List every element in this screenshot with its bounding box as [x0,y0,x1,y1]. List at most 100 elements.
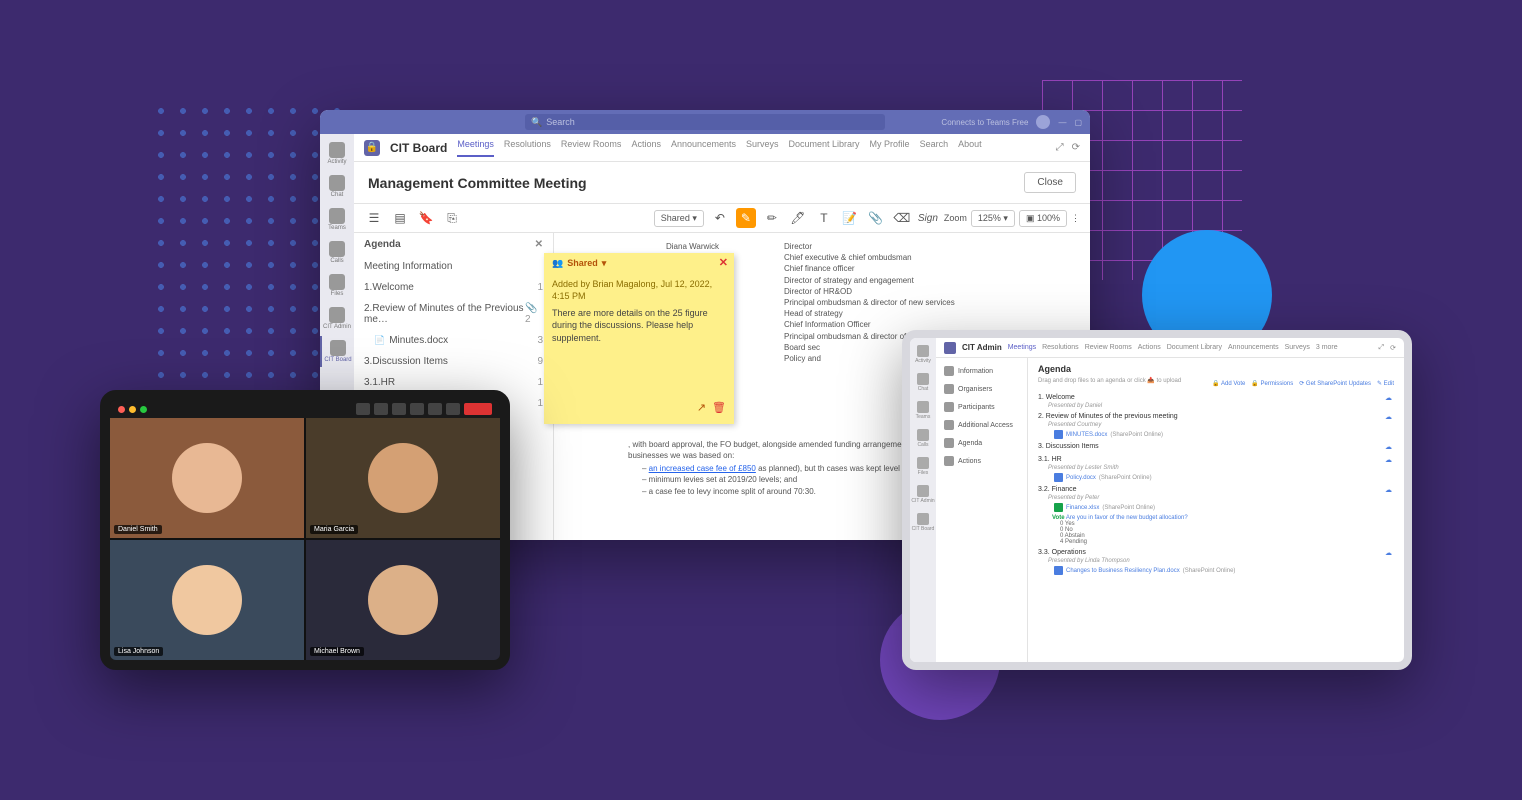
refresh-icon[interactable]: ⟳ [1390,344,1396,352]
avatar[interactable] [1036,115,1050,129]
rail-item-cit-admin[interactable]: CIT Admin [910,482,936,507]
refresh-icon[interactable]: ⟳ [1072,142,1080,153]
cloud-icon[interactable]: ☁ [1385,394,1394,403]
tab-announcements[interactable]: Announcements [671,139,736,157]
tab-meetings[interactable]: Meetings [1008,344,1036,351]
tab-actions[interactable]: Actions [1138,344,1161,351]
rail-item-teams[interactable]: Teams [910,398,936,423]
sidebar-toggle-icon[interactable]: ☰ [364,208,384,228]
tab-about[interactable]: About [958,139,982,157]
tab-resolutions[interactable]: Resolutions [504,139,551,157]
side-item-actions[interactable]: Actions [940,452,1023,470]
tab-resolutions[interactable]: Resolutions [1042,344,1079,351]
chat-button[interactable] [410,403,424,415]
marker-icon[interactable]: 🖊 [788,208,808,228]
video-tile[interactable]: Michael Brown [306,540,500,660]
video-tile[interactable]: Lisa Johnson [110,540,304,660]
minimize-dot[interactable] [129,406,136,413]
action-permissions[interactable]: 🔒 Permissions [1251,380,1293,387]
rail-item-cit-admin[interactable]: CIT Admin [320,303,354,334]
agenda-item[interactable]: 2. Review of Minutes of the previous mee… [1038,413,1394,439]
agenda-file[interactable]: Changes to Business Resiliency Plan.docx… [1038,566,1394,575]
popout-icon[interactable]: ⤢ [1379,344,1385,352]
undo-icon[interactable]: ↶ [710,208,730,228]
more-icon[interactable]: ⋮ [1071,213,1080,224]
copy-icon[interactable]: ⎘ [442,208,462,228]
close-dot[interactable] [118,406,125,413]
agenda-file[interactable]: Minutes.docx3 [354,330,553,351]
share-button[interactable] [392,403,406,415]
minimize-icon[interactable]: — [1058,118,1066,127]
bookmark-icon[interactable]: 🔖 [416,208,436,228]
outline-icon[interactable]: ▤ [390,208,410,228]
text-icon[interactable]: T [814,208,834,228]
erase-icon[interactable]: ⌫ [892,208,912,228]
zoom-dropdown[interactable]: 125% ▾ [971,210,1015,227]
rail-item-activity[interactable]: Activity [320,138,354,169]
pen-icon[interactable]: ✏ [762,208,782,228]
rail-item-files[interactable]: Files [910,454,936,479]
sticky-close-icon[interactable]: ✕ [719,256,728,271]
cloud-icon[interactable]: ☁ [1385,486,1394,495]
sticky-delete-icon[interactable]: 🗑 [712,401,726,416]
tab-review-rooms[interactable]: Review Rooms [1085,344,1132,351]
agenda-item[interactable]: 2.Review of Minutes of the Previous me…📎… [354,298,553,330]
side-item-agenda[interactable]: Agenda [940,434,1023,452]
rail-item-cit-board[interactable]: CIT Board [910,510,936,535]
action-get-sharepoint-updates[interactable]: ⟳ Get SharePoint Updates [1299,380,1371,387]
leave-button[interactable] [464,403,492,415]
cloud-icon[interactable]: ☁ [1385,456,1394,465]
sticky-note[interactable]: 👥 Shared ▾ ✕ Added by Brian Magalong, Ju… [544,253,734,424]
tab-my-profile[interactable]: My Profile [870,139,910,157]
people-button[interactable] [428,403,442,415]
action-edit[interactable]: ✎ Edit [1377,380,1394,387]
rail-item-chat[interactable]: Chat [910,370,936,395]
rail-item-calls[interactable]: Calls [910,426,936,451]
video-tile[interactable]: Daniel Smith [110,418,304,538]
tab-search[interactable]: Search [920,139,949,157]
agenda-item[interactable]: 3.2. Finance☁Presented by PeterFinance.x… [1038,486,1394,545]
rail-item-teams[interactable]: Teams [320,204,354,235]
maximize-icon[interactable]: ▢ [1074,118,1082,127]
agenda-item[interactable]: Meeting Information [354,256,553,277]
sticky-reply-icon[interactable]: ↗ [697,401,706,416]
video-tile[interactable]: Maria Garcia [306,418,500,538]
side-item-participants[interactable]: Participants [940,398,1023,416]
clip-icon[interactable]: 📎 [866,208,886,228]
fit-button[interactable]: ▣ 100% [1019,210,1067,227]
note-icon[interactable]: 📝 [840,208,860,228]
tab-actions[interactable]: Actions [631,139,661,157]
side-item-additional-access[interactable]: Additional Access [940,416,1023,434]
rail-item-files[interactable]: Files [320,270,354,301]
rail-item-cit-board[interactable]: CIT Board [320,336,354,367]
tab-surveys[interactable]: Surveys [746,139,779,157]
agenda-item[interactable]: 1.Welcome1 [354,277,553,298]
close-icon[interactable]: ✕ [535,239,543,250]
sign-label[interactable]: Sign [918,213,938,224]
mic-button[interactable] [374,403,388,415]
tab-meetings[interactable]: Meetings [457,139,494,157]
maximize-dot[interactable] [140,406,147,413]
side-item-organisers[interactable]: Organisers [940,380,1023,398]
side-item-information[interactable]: Information [940,362,1023,380]
agenda-item[interactable]: 3.3. Operations☁Presented by Linda Thomp… [1038,549,1394,575]
tab-review-rooms[interactable]: Review Rooms [561,139,622,157]
agenda-item[interactable]: 3.1. HR☁Presented by Lester SmithPolicy.… [1038,456,1394,482]
camera-button[interactable] [356,403,370,415]
agenda-item[interactable]: 1. Welcome☁Presented by Daniel [1038,394,1394,409]
agenda-file[interactable]: MINUTES.docx (SharePoint Online) [1038,430,1394,439]
rail-item-activity[interactable]: Activity [910,342,936,367]
close-button[interactable]: Close [1024,172,1076,193]
cloud-icon[interactable]: ☁ [1385,413,1394,422]
rail-item-calls[interactable]: Calls [320,237,354,268]
tab-announcements[interactable]: Announcements [1228,344,1279,351]
cloud-icon[interactable]: ☁ [1385,549,1394,558]
search-input[interactable]: 🔍 Search [525,114,885,130]
agenda-item[interactable]: 3.Discussion Items9 [354,351,553,372]
tab-document-library[interactable]: Document Library [1167,344,1222,351]
cloud-icon[interactable]: ☁ [1385,443,1394,452]
more-button[interactable] [446,403,460,415]
rail-item-chat[interactable]: Chat [320,171,354,202]
action-add-vote[interactable]: 🔒 Add Vote [1212,380,1245,387]
tab-3-more[interactable]: 3 more [1316,344,1338,351]
